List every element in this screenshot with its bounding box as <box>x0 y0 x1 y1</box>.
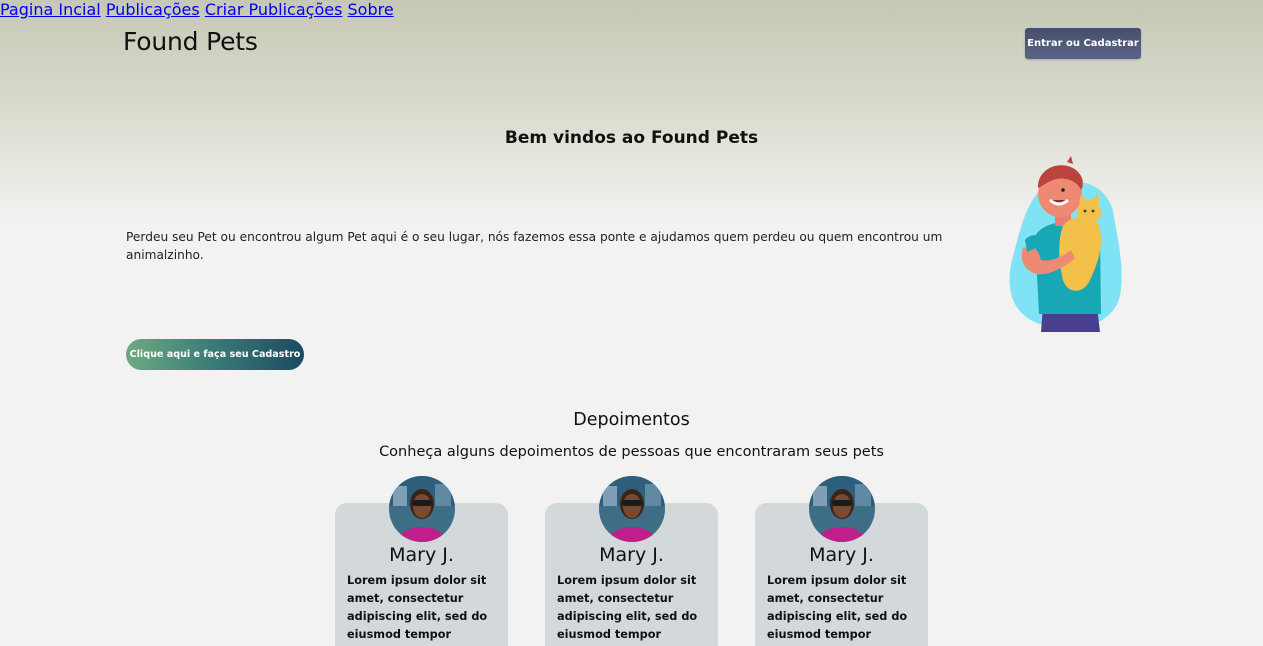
avatar <box>809 476 875 542</box>
avatar-photo <box>389 476 455 542</box>
hero-description: Perdeu seu Pet ou encontrou algum Pet aq… <box>126 230 943 262</box>
nav-item-home[interactable]: Pagina Incial <box>0 0 101 19</box>
card-text: Lorem ipsum dolor sit amet, consectetur … <box>347 574 488 641</box>
nav-item-create-publication[interactable]: Criar Publicações <box>205 0 343 19</box>
avatar <box>389 476 455 542</box>
card-name: Mary J. <box>599 544 664 566</box>
card-text: Lorem ipsum dolor sit amet, consectetur … <box>557 574 698 641</box>
page: Found Pets Pagina Incial Publicações Cri… <box>0 0 1263 646</box>
boy-holding-cat-illustration <box>1009 156 1122 332</box>
hero-title: Bem vindos ao Found Pets <box>504 128 759 148</box>
testimonials-subtitle: Conheça alguns depoimentos de pessoas qu… <box>379 444 884 460</box>
card-text: Lorem ipsum dolor sit amet, consectetur … <box>767 574 908 641</box>
card-name: Mary J. <box>389 544 454 566</box>
avatar-photo <box>809 476 875 542</box>
nav-item-publications[interactable]: Publicações <box>106 0 200 19</box>
signup-cta-button[interactable]: Clique aqui e faça seu Cadastro <box>126 339 304 370</box>
card-name: Mary J. <box>809 544 874 566</box>
main-nav: Pagina Incial Publicações Criar Publicaç… <box>0 0 1263 19</box>
avatar-photo <box>599 476 665 542</box>
brand-logo[interactable]: Found Pets <box>123 27 258 56</box>
avatar <box>599 476 665 542</box>
testimonials-title: Depoimentos <box>573 410 690 430</box>
login-signup-button[interactable]: Entrar ou Cadastrar <box>1025 28 1141 59</box>
nav-item-about[interactable]: Sobre <box>348 0 394 19</box>
